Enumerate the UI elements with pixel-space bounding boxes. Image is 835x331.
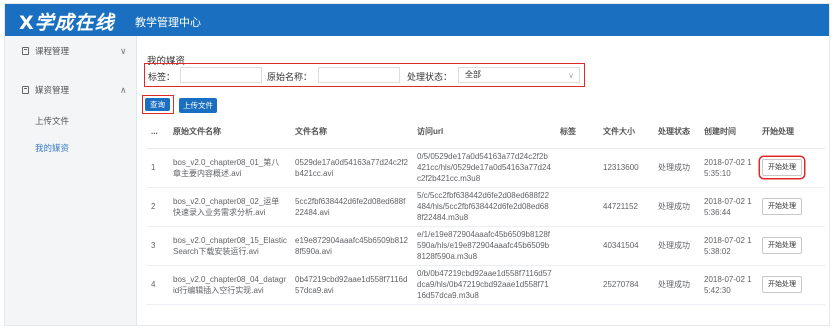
- col-header: 处理状态: [654, 116, 700, 149]
- row-index: 2: [147, 187, 169, 227]
- start-process-button[interactable]: 开始处理: [762, 276, 802, 293]
- sidebar-group-media[interactable]: 媒资管理 ∧: [5, 79, 137, 101]
- document-icon: [22, 47, 29, 55]
- file-size: 40341504: [599, 226, 654, 266]
- chevron-down-icon: ∨: [568, 71, 574, 80]
- sidebar: 课程管理 ∨ 媒资管理 ∧ 上传文件 我的媒资: [5, 36, 137, 325]
- table-row: 1 bos_v2.0_chapter08_01_第八章主要内容概述.avi 05…: [147, 148, 825, 188]
- original-file-name: bos_v2.0_chapter08_01_第八章主要内容概述.avi: [169, 148, 291, 188]
- access-url: 0/5/0529de17a0d54163a77d24c2f2b421cc/hls…: [413, 148, 556, 188]
- status-label: 处理状态：: [407, 72, 453, 82]
- action-cell: 开始处理: [758, 148, 825, 188]
- start-process-button[interactable]: 开始处理: [762, 198, 802, 215]
- table-header-row: ... 原始文件名称 文件名称 访问url 标签 文件大小 处理状态 创建时间 …: [147, 116, 825, 149]
- col-header: 原始文件名称: [169, 116, 291, 149]
- access-url-text: 5/c/5cc2fbf638442d6fe2d08ed688f22484/hls…: [417, 191, 550, 222]
- file-name: 0b47219cbd92aae1d558f7116d57dca9.avi: [291, 265, 413, 305]
- create-time: 2018-07-02 15:38:02: [700, 226, 758, 266]
- access-url: e/1/e19e872904aaafc45b6509b8128f590a/hls…: [413, 226, 556, 266]
- logo-mark: X: [19, 12, 35, 34]
- row-index: 3: [147, 226, 169, 266]
- table-row: 3 bos_v2.0_chapter08_15_ElasticSearch下载安…: [147, 226, 825, 266]
- tag-cell: [556, 148, 599, 188]
- media-table: ... 原始文件名称 文件名称 访问url 标签 文件大小 处理状态 创建时间 …: [147, 116, 825, 325]
- status-select-value: 全部: [465, 70, 481, 79]
- table-row: 2 bos_v2.0_chapter08_02_运单快速录入业务需求分析.avi…: [147, 187, 825, 227]
- sidebar-group-course[interactable]: 课程管理 ∨: [5, 40, 137, 62]
- upload-button[interactable]: 上传文件: [179, 98, 217, 113]
- col-header: 开始处理: [758, 116, 825, 149]
- action-cell: 开始处理: [758, 265, 825, 305]
- access-url-text: 0/b/0b47219cbd92aae1d558f7116d57dca9/hls…: [417, 269, 552, 300]
- file-name: 5cc2fbf638442d6fe2d08ed688f22484.avi: [291, 187, 413, 227]
- query-button-highlight: 查询: [142, 95, 174, 114]
- access-url-text: 0/5/0529de17a0d54163a77d24c2f2b421cc/hls…: [417, 152, 551, 183]
- action-cell: 开始处理: [758, 226, 825, 266]
- tag-cell: [556, 187, 599, 227]
- file-name: 0529de17a0d54163a77d24c2f2b421cc.avi: [291, 148, 413, 188]
- document-icon: [22, 86, 29, 94]
- logo[interactable]: X学成在线: [19, 8, 115, 35]
- original-name-label: 原始名称：: [267, 72, 313, 82]
- row-index: 1: [147, 148, 169, 188]
- create-time: 2018-07-02 15:35:10: [700, 148, 758, 188]
- tag-label: 标签：: [148, 72, 176, 82]
- access-url-text: e/1/e19e872904aaafc45b6509b8128f590a/hls…: [417, 230, 551, 261]
- tag-cell: [556, 226, 599, 266]
- original-file-name: bos_v2.0_chapter08_04_datagrid行编辑插入空行实现.…: [169, 265, 291, 305]
- create-time: 2018-07-02 15:36:44: [700, 187, 758, 227]
- sidebar-group-label: 媒资管理: [35, 85, 70, 95]
- process-status: 处理成功: [654, 265, 700, 305]
- status-select[interactable]: 全部 ∨: [458, 67, 580, 83]
- app-subtitle: 教学管理中心: [135, 17, 201, 29]
- file-size: 12313600: [599, 148, 654, 188]
- create-time: 2018-07-02 15:42:30: [700, 265, 758, 305]
- col-header: 标签: [556, 116, 599, 149]
- filter-form: 标签： 原始名称： 处理状态： 全部 ∨: [144, 63, 585, 87]
- original-file-name: bos_v2.0_chapter08_02_运单快速录入业务需求分析.avi: [169, 187, 291, 227]
- tag-input[interactable]: [180, 67, 262, 83]
- sidebar-group-label: 课程管理: [35, 46, 70, 56]
- sidebar-item-upload[interactable]: 上传文件: [35, 115, 69, 127]
- table-row: 4 bos_v2.0_chapter08_04_datagrid行编辑插入空行实…: [147, 265, 825, 305]
- chevron-down-icon: ∨: [120, 46, 127, 56]
- row-index: 4: [147, 265, 169, 305]
- col-header: 访问url: [413, 116, 556, 149]
- top-bar: X学成在线 教学管理中心: [5, 4, 829, 36]
- app-window: X学成在线 教学管理中心 课程管理 ∨ 媒资管理 ∧ 上传文件 我的媒资 我的媒…: [4, 3, 830, 326]
- col-header: 文件名称: [291, 116, 413, 149]
- process-status: 处理成功: [654, 187, 700, 227]
- main-content: 我的媒资 标签： 原始名称： 处理状态： 全部 ∨ 查询 上传文件 ... 原始…: [138, 36, 829, 325]
- col-header: ...: [147, 116, 169, 149]
- file-name: e19e872904aaafc45b6509b8128f590a.avi: [291, 226, 413, 266]
- col-header: 文件大小: [599, 116, 654, 149]
- access-url: 0/b/0b47219cbd92aae1d558f7116d57dca9/hls…: [413, 265, 556, 305]
- process-status: 处理成功: [654, 148, 700, 188]
- access-url: 5/c/5cc2fbf638442d6fe2d08ed688f22484/hls…: [413, 187, 556, 227]
- start-process-button[interactable]: 开始处理: [762, 159, 802, 176]
- query-button[interactable]: 查询: [145, 98, 170, 111]
- file-size: 44721152: [599, 187, 654, 227]
- process-status: 处理成功: [654, 226, 700, 266]
- chevron-up-icon: ∧: [120, 85, 127, 95]
- original-name-input[interactable]: [318, 67, 400, 83]
- col-header: 创建时间: [700, 116, 758, 149]
- start-process-button[interactable]: 开始处理: [762, 237, 802, 254]
- original-file-name: bos_v2.0_chapter08_15_ElasticSearch下载安装运…: [169, 226, 291, 266]
- action-cell: 开始处理: [758, 187, 825, 227]
- tag-cell: [556, 265, 599, 305]
- file-size: 25270784: [599, 265, 654, 305]
- sidebar-item-my-media[interactable]: 我的媒资: [35, 142, 69, 154]
- logo-text: 学成在线: [34, 12, 115, 34]
